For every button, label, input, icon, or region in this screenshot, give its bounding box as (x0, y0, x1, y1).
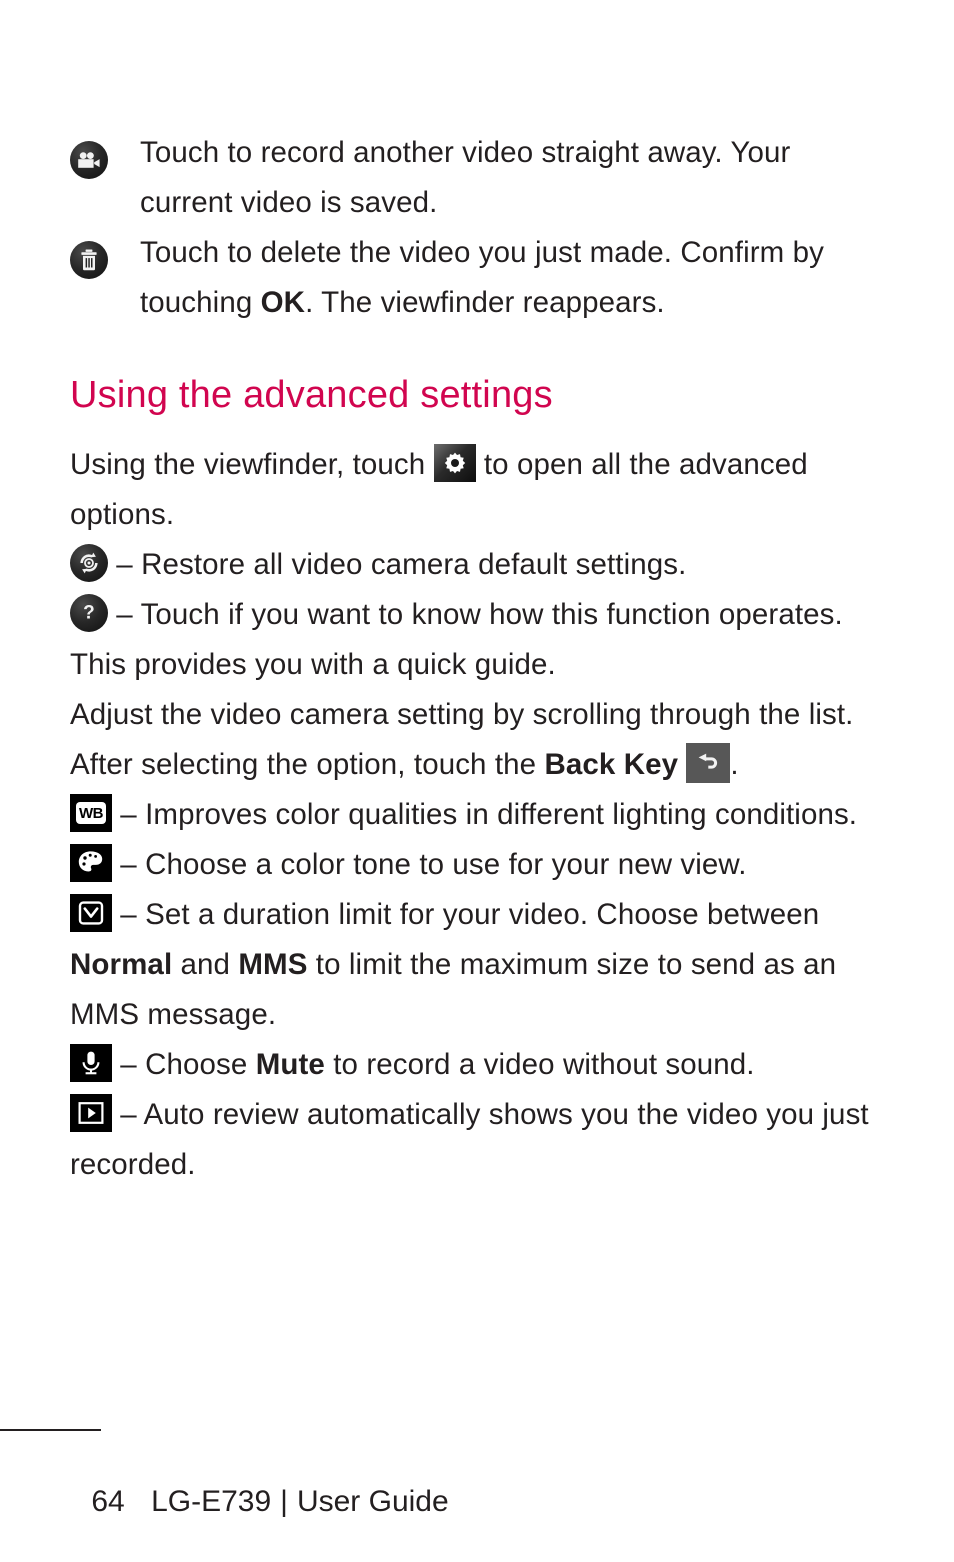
list-item-text-mid: and (172, 948, 239, 981)
mute-label: Mute (255, 1048, 325, 1081)
svg-text:?: ? (83, 603, 95, 624)
list-item-text: Touch to record another video straight a… (140, 136, 791, 219)
list-item-text: – Auto review automatically shows you th… (70, 1098, 869, 1181)
product-model: LG-E739 (151, 1485, 272, 1518)
list-item-text: – Choose a color tone to use for your ne… (120, 848, 747, 881)
footer-divider (0, 1429, 101, 1431)
list-item: – Choose a color tone to use for your ne… (70, 840, 870, 890)
list-item: WB – Improves color qualities in differe… (70, 790, 870, 840)
mms-label: MMS (238, 948, 308, 981)
list-item-text-part-2: to record a video without sound. (324, 1048, 755, 1081)
section-heading: Using the advanced settings (70, 374, 553, 416)
footer-separator: | (280, 1485, 288, 1518)
list-item: – Auto review automatically shows you th… (70, 1090, 870, 1190)
help-question-icon: ? (70, 594, 108, 632)
list-item: – Set a duration limit for your video. C… (70, 890, 870, 1040)
restore-defaults-icon (70, 544, 108, 582)
list-item: trash-delete-icon Touch to delete the vi… (70, 228, 870, 328)
list-item-text-part-1: – Choose (120, 1048, 256, 1081)
normal-label: Normal (70, 948, 173, 981)
page-footer: 64 LG-E739 | User Guide (58, 1442, 449, 1562)
list-item-text: – Improves color qualities in different … (120, 798, 858, 831)
white-balance-wb-icon: WB (70, 794, 112, 832)
list-item: – Choose Mute to record a video without … (70, 1040, 870, 1090)
list-item-text: – Touch if you want to know how this fun… (70, 598, 843, 681)
video-camera-icon: video-camera-icon (70, 137, 108, 187)
trash-delete-icon: trash-delete-icon (70, 237, 108, 287)
ok-label: OK (260, 286, 306, 319)
intro-text-part-1: Using the viewfinder, touch (70, 448, 434, 481)
gear-settings-icon[interactable] (433, 444, 476, 482)
list-item: ? – Touch if you want to know how this f… (70, 590, 870, 690)
list-item-text-part-1: – Set a duration limit for your video. C… (120, 898, 820, 931)
wb-label: WB (79, 804, 104, 822)
list-item: video-camera-icon Touch to record anothe… (70, 128, 870, 228)
auto-review-play-icon (70, 1094, 112, 1132)
page-number: 64 (91, 1485, 125, 1518)
list-item-text: – Restore all video camera default setti… (116, 548, 687, 581)
color-palette-icon (70, 844, 112, 882)
back-key-paragraph: Adjust the video camera setting by scrol… (70, 690, 870, 790)
list-item-text-part-2: . The viewfinder reappears. (305, 286, 665, 319)
microphone-icon (70, 1044, 112, 1082)
intro-paragraph: Using the viewfinder, touch to open all … (70, 440, 870, 540)
user-guide-page: video-camera-icon Touch to record anothe… (0, 0, 954, 1557)
list-item: – Restore all video camera default setti… (70, 540, 870, 590)
back-key-label: Back Key (544, 748, 679, 781)
doc-type: User Guide (296, 1485, 449, 1518)
duration-limit-clock-icon (70, 894, 112, 932)
back-key-text-part-2: . (730, 748, 739, 781)
back-arrow-icon[interactable] (686, 743, 731, 783)
page-content: video-camera-icon Touch to record anothe… (70, 128, 870, 1190)
